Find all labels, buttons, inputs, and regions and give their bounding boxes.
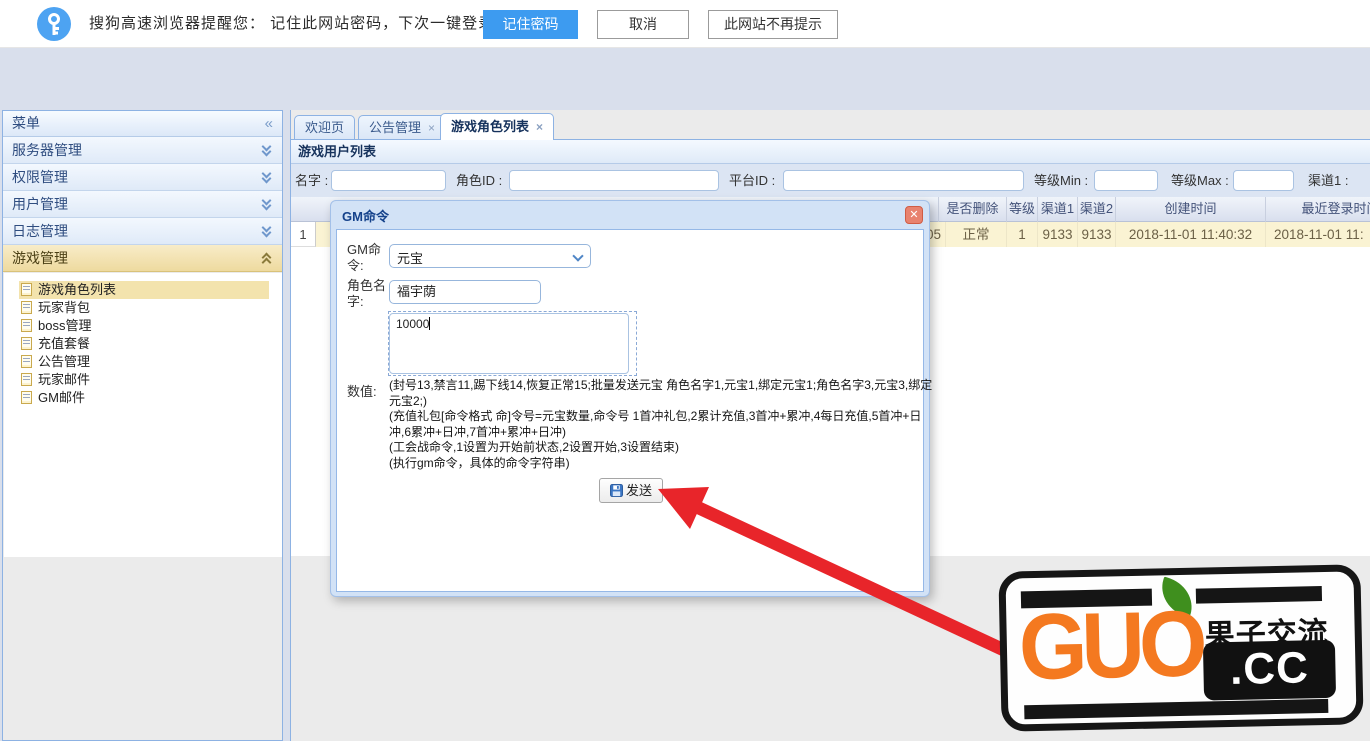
cancel-button[interactable]: 取消 [597, 10, 689, 39]
close-tab-icon[interactable]: × [428, 121, 435, 135]
stamp-guo-text: GUO [1018, 596, 1202, 695]
role-id-label: 角色ID : [456, 164, 502, 197]
screen: 搜狗高速浏览器提醒您： 记住此网站密码，下次一键登录！ 记住密码 取消 此网站不… [0, 0, 1370, 741]
gm-command-value: 元宝 [397, 248, 423, 267]
level-min-input[interactable] [1094, 170, 1158, 191]
search-bar: 名字 : 角色ID : 平台ID : 等级Min : 等级Max : 渠道1 : [291, 164, 1370, 197]
level-max-label: 等级Max : [1171, 164, 1229, 197]
col-is-deleted[interactable]: 是否删除 [939, 197, 1007, 222]
row-number: 1 [291, 222, 316, 247]
menu-item-player-mail[interactable]: 玩家邮件 [19, 371, 269, 389]
document-icon [21, 337, 32, 350]
watermark-stamp: GUO 果子交流 .CC [998, 564, 1363, 732]
name-label: 名字 : [295, 164, 328, 197]
chevron-down-icon [260, 197, 274, 211]
chevron-down-icon [260, 170, 274, 184]
gm-command-select[interactable]: 元宝 [389, 244, 591, 268]
tab-welcome[interactable]: 欢迎页 [294, 115, 355, 140]
document-icon [21, 391, 32, 404]
remember-password-button[interactable]: 记住密码 [483, 10, 578, 39]
text-cursor [429, 317, 430, 330]
tab-game-role-list[interactable]: 游戏角色列表× [440, 113, 554, 141]
cell-create-time: 2018-11-01 11:40:32 [1116, 222, 1266, 247]
gm-command-label: GM命令: [347, 242, 393, 274]
sidebar-item-server-mgmt[interactable]: 服务器管理 [3, 137, 282, 164]
save-icon [610, 484, 623, 497]
platform-id-input[interactable] [783, 170, 1024, 191]
chevron-up-icon [260, 251, 274, 265]
help-line: (封号13,禁言11,踢下线14,恢复正常15;批量发送元宝 角色名字1,元宝1… [389, 378, 937, 409]
menu-item-recharge-package[interactable]: 充值套餐 [19, 335, 269, 353]
close-dialog-icon[interactable]: ✕ [905, 206, 923, 224]
help-line: (工会战命令,1设置为开始前状态,2设置开始,3设置结束) [389, 440, 937, 456]
tab-announcement-mgmt[interactable]: 公告管理× [358, 115, 446, 140]
document-icon [21, 301, 32, 314]
col-last-login-time[interactable]: 最近登录时间 [1266, 197, 1370, 222]
menu-item-boss-mgmt[interactable]: boss管理 [19, 317, 269, 335]
help-line: (充值礼包[命令格式 命]令号=元宝数量,命令号 1首冲礼包,2累计充值,3首冲… [389, 409, 937, 440]
menu-item-game-role-list[interactable]: 游戏角色列表 [19, 281, 269, 299]
col-level[interactable]: 等级 [1007, 197, 1038, 222]
role-id-input[interactable] [509, 170, 719, 191]
close-tab-icon[interactable]: × [536, 120, 543, 134]
key-icon [37, 7, 71, 41]
panel-title: 游戏用户列表 [291, 140, 1370, 164]
chevron-down-icon [260, 143, 274, 157]
dialog-body: GM命令: 元宝 角色名字: 福宇荫 10000 数值: (封号13,禁言11,… [336, 229, 924, 592]
channel1-label: 渠道1 : [1308, 164, 1348, 197]
cell-channel2: 9133 [1078, 222, 1116, 247]
tab-bar: 欢迎页 公告管理× 游戏角色列表× [291, 110, 1370, 140]
document-icon [21, 355, 32, 368]
sidebar-header: 菜单 « [3, 111, 282, 137]
chevron-down-icon [260, 224, 274, 238]
cell-last-login-time: 2018-11-01 11: [1266, 222, 1370, 247]
gm-command-dialog: GM命令 ✕ GM命令: 元宝 角色名字: 福宇荫 10000 数值: (封号1… [330, 200, 930, 597]
password-prompt-text: 搜狗高速浏览器提醒您： 记住此网站密码，下次一键登录！ [89, 0, 510, 48]
send-button[interactable]: 发送 [599, 478, 663, 503]
role-name-label: 角色名字: [347, 278, 395, 310]
menu-item-announcement-mgmt[interactable]: 公告管理 [19, 353, 269, 371]
level-max-input[interactable] [1233, 170, 1294, 191]
sidebar-title: 菜单 [12, 115, 40, 131]
col-channel2[interactable]: 渠道2 [1078, 197, 1116, 222]
sidebar-item-permission-mgmt[interactable]: 权限管理 [3, 164, 282, 191]
help-line: (执行gm命令，具体的命令字符串) [389, 456, 937, 472]
collapse-sidebar-icon[interactable]: « [265, 111, 273, 136]
cell-level: 1 [1007, 222, 1038, 247]
stamp-cc-text: .CC [1203, 640, 1336, 701]
document-icon [21, 373, 32, 386]
amount-label: 数值: [347, 384, 395, 400]
amount-textarea[interactable]: 10000 [389, 313, 629, 374]
cell-is-deleted: 正常 [946, 222, 1007, 247]
stamp-bar [1196, 586, 1322, 604]
sidebar: 菜单 « 服务器管理 权限管理 用户管理 日志管理 游戏管理 游戏角色列表 [2, 110, 283, 741]
platform-id-label: 平台ID : [729, 164, 775, 197]
menu-item-gm-mail[interactable]: GM邮件 [19, 389, 269, 407]
document-icon [21, 283, 32, 296]
browser-password-bar: 搜狗高速浏览器提醒您： 记住此网站密码，下次一键登录！ 记住密码 取消 此网站不… [0, 0, 1370, 48]
command-help-text: (封号13,禁言11,踢下线14,恢复正常15;批量发送元宝 角色名字1,元宝1… [389, 378, 937, 471]
sidebar-item-log-mgmt[interactable]: 日志管理 [3, 218, 282, 245]
name-input[interactable] [331, 170, 446, 191]
level-min-label: 等级Min : [1034, 164, 1088, 197]
never-prompt-button[interactable]: 此网站不再提示 [708, 10, 838, 39]
sidebar-item-game-mgmt[interactable]: 游戏管理 [3, 245, 282, 272]
dialog-title: GM命令 [342, 206, 389, 225]
stamp-bar [1024, 699, 1328, 719]
menu-item-player-bag[interactable]: 玩家背包 [19, 299, 269, 317]
sidebar-menu-tree: 游戏角色列表 玩家背包 boss管理 充值套餐 公告管理 玩家邮件 [4, 273, 282, 557]
document-icon [21, 319, 32, 332]
col-create-time[interactable]: 创建时间 [1116, 197, 1266, 222]
chevron-down-icon[interactable] [572, 250, 583, 261]
col-channel1[interactable]: 渠道1 [1038, 197, 1078, 222]
cell-channel1: 9133 [1038, 222, 1078, 247]
role-name-input[interactable]: 福宇荫 [389, 280, 541, 304]
sidebar-item-user-mgmt[interactable]: 用户管理 [3, 191, 282, 218]
